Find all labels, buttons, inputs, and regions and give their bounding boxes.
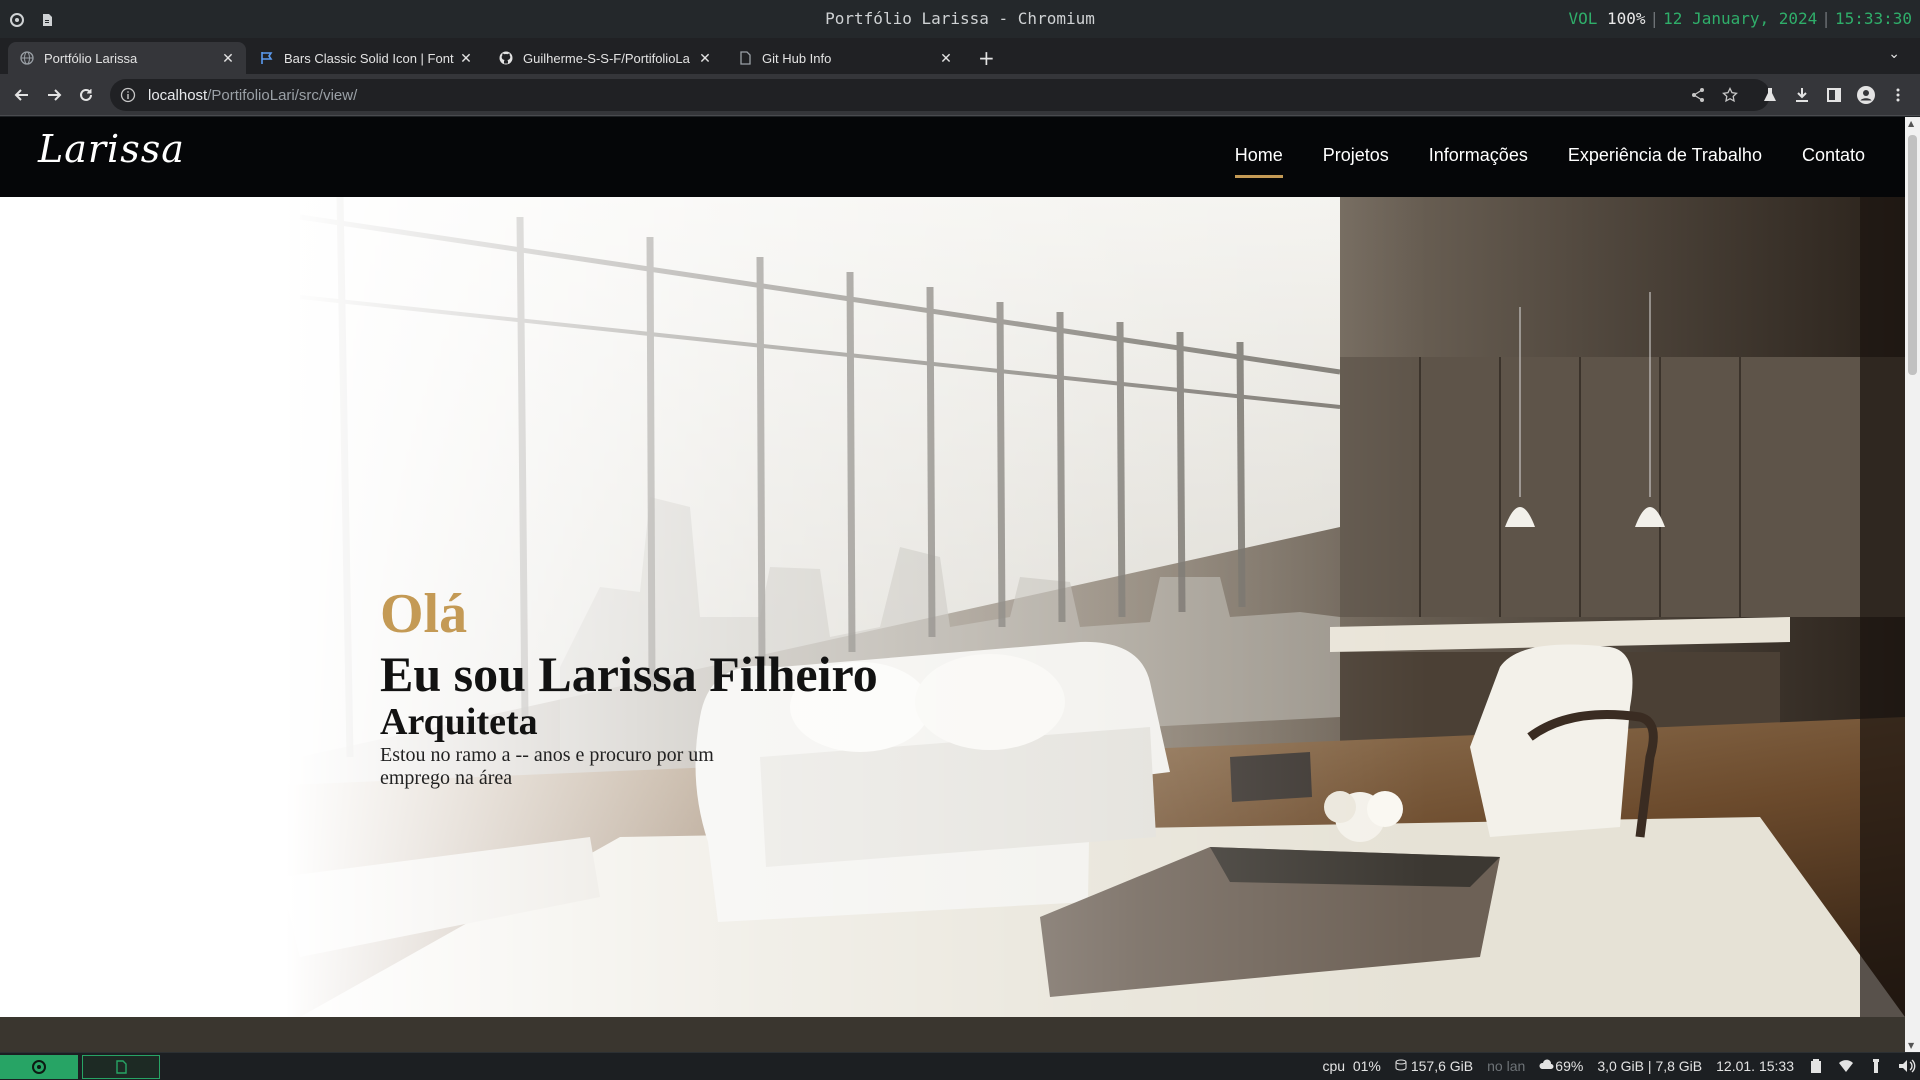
disk-free: 157,6 GiB	[1410, 1058, 1474, 1074]
disk-icon	[1395, 1058, 1411, 1074]
github-icon	[499, 51, 513, 65]
tab-github-info[interactable]: Git Hub Info ✕	[726, 42, 964, 74]
date-display: 12 January, 2024	[1663, 9, 1818, 28]
scroll-up-icon[interactable]: ▲	[1908, 119, 1914, 128]
back-button[interactable]	[10, 83, 34, 107]
address-bar[interactable]: localhost/PortifolioLari/src/view/	[110, 79, 1770, 111]
close-icon[interactable]: ✕	[220, 50, 236, 67]
scroll-down-icon[interactable]: ▼	[1908, 1041, 1914, 1050]
hero-role: Arquiteta	[380, 701, 538, 743]
profile-avatar-icon[interactable]	[1854, 83, 1878, 107]
scrollbar-thumb[interactable]	[1908, 135, 1917, 375]
forward-button[interactable]	[42, 83, 66, 107]
window-title-bar: Portfólio Larissa - Chromium VOL 100% | 12…	[0, 0, 1920, 38]
clipboard-icon[interactable]	[1808, 1058, 1824, 1074]
hero-fade-overlay	[0, 197, 1905, 1017]
tab-github-repo[interactable]: Guilherme-S-S-F/PortifolioLa ✕	[487, 42, 723, 74]
kebab-menu-icon[interactable]	[1886, 83, 1910, 107]
volume-label: VOL	[1568, 9, 1598, 28]
panel-status: cpu 01% 157,6 GiB no lan 69% 3,0 GiB | 7…	[1322, 1058, 1916, 1074]
share-icon[interactable]	[1686, 83, 1710, 107]
tab-strip: Portfólio Larissa ✕ Bars Classic Solid I…	[0, 38, 1920, 74]
flag-icon	[260, 51, 274, 65]
nav-links: Home Projetos Informações Experiência de…	[1234, 117, 1865, 197]
cpu-value: 01%	[1352, 1058, 1381, 1074]
hero-section: Olá Eu sou Larissa Filheiro Arquiteta Es…	[0, 197, 1905, 1017]
memory-total: 7,8 GiB	[1655, 1058, 1703, 1074]
cpu-label: cpu	[1322, 1058, 1346, 1074]
download-icon[interactable]	[1790, 83, 1814, 107]
memory-icon	[1539, 1058, 1555, 1074]
tab-title: Portfólio Larissa	[44, 50, 138, 66]
close-icon[interactable]: ✕	[938, 50, 954, 67]
reload-icon	[80, 88, 92, 101]
power-icon[interactable]	[1868, 1058, 1884, 1074]
reload-button[interactable]	[74, 83, 98, 107]
info-icon[interactable]	[120, 87, 136, 103]
time-display: 15:33:30	[1834, 9, 1912, 28]
hero-description: Estou no ramo a -- anos e procuro por um…	[380, 744, 714, 789]
volume-value: 100%	[1607, 9, 1646, 28]
labs-flask-icon[interactable]	[1758, 83, 1782, 107]
workspace-1-button[interactable]	[0, 1055, 78, 1079]
memory-used: 3,0 GiB	[1597, 1058, 1645, 1074]
page-scrollbar[interactable]: ▲ ▼	[1905, 117, 1920, 1052]
hero-greeting: Olá	[380, 583, 468, 645]
document-icon	[116, 1060, 127, 1074]
nav-contato[interactable]: Contato	[1802, 145, 1865, 170]
panel-clock: 12.01. 15:33	[1716, 1058, 1794, 1074]
nav-experiencia[interactable]: Experiência de Trabalho	[1568, 145, 1762, 170]
system-panel: cpu 01% 157,6 GiB no lan 69% 3,0 GiB | 7…	[0, 1052, 1920, 1080]
nav-informacoes[interactable]: Informações	[1429, 145, 1528, 170]
globe-icon	[20, 51, 34, 65]
new-tab-button[interactable]: +	[978, 46, 995, 70]
side-panel-icon[interactable]	[1822, 83, 1846, 107]
hero-text-block: Olá Eu sou Larissa Filheiro Arquiteta Es…	[380, 582, 878, 790]
hero-name: Eu sou Larissa Filheiro	[380, 646, 878, 702]
browser-toolbar: localhost/PortifolioLari/src/view/	[0, 74, 1920, 116]
volume-icon[interactable]	[1898, 1058, 1916, 1074]
url-text[interactable]: localhost/PortifolioLari/src/view/	[148, 87, 357, 104]
nav-home[interactable]: Home	[1234, 145, 1283, 178]
nav-projetos[interactable]: Projetos	[1323, 145, 1389, 170]
site-logo[interactable]: Larissa	[38, 127, 185, 171]
arrow-right-icon	[48, 89, 62, 101]
tab-title: Git Hub Info	[762, 50, 832, 66]
network-status: no lan	[1487, 1058, 1526, 1074]
system-status: VOL 100% | 12 January, 2024 | 15:33:30	[1568, 9, 1912, 28]
chevron-down-icon[interactable]: ⌄	[1888, 46, 1900, 62]
page-viewport: Larissa Home Projetos Informações Experi…	[0, 117, 1905, 1052]
wifi-icon[interactable]	[1838, 1058, 1854, 1074]
tab-title: Bars Classic Solid Icon | Font	[284, 50, 454, 66]
bookmark-star-icon[interactable]	[1718, 83, 1742, 107]
tab-bars-classic[interactable]: Bars Classic Solid Icon | Font ✕	[248, 42, 484, 74]
arrow-left-icon	[14, 89, 28, 101]
workspace-2-button[interactable]	[82, 1055, 160, 1079]
close-icon[interactable]: ✕	[458, 50, 474, 67]
document-icon	[738, 51, 752, 65]
close-icon[interactable]: ✕	[697, 50, 713, 67]
tab-portfolio-larissa[interactable]: Portfólio Larissa ✕	[8, 42, 246, 74]
memory-percent: 69%	[1555, 1058, 1584, 1074]
chromium-icon	[32, 1060, 46, 1074]
tab-title: Guilherme-S-S-F/PortifolioLa	[523, 50, 690, 66]
site-navbar: Larissa Home Projetos Informações Experi…	[0, 117, 1905, 197]
